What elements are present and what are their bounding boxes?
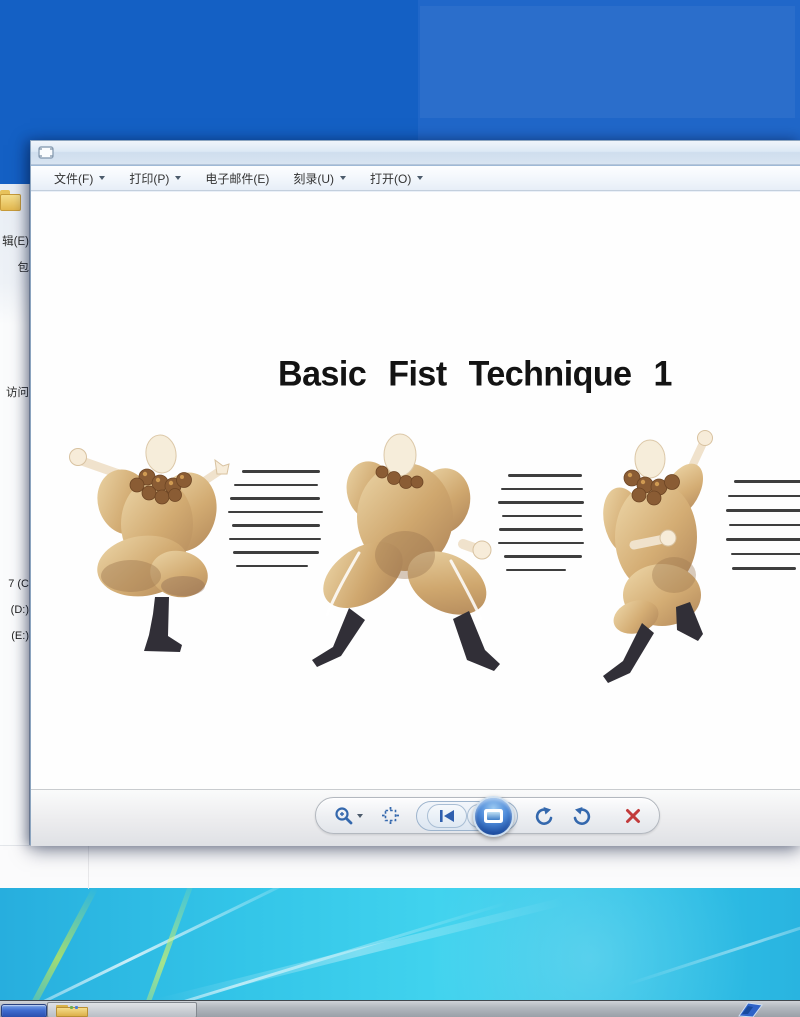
- dropdown-arrow-icon: [340, 176, 346, 180]
- folder-icon: [56, 1005, 88, 1017]
- explorer-drive-e[interactable]: (E:): [0, 630, 29, 642]
- menu-open[interactable]: 打开(O): [361, 167, 432, 190]
- monk-figure-3: [578, 425, 734, 691]
- title-bar[interactable]: [31, 141, 800, 165]
- photo-canvas: Basic Fist Technique 1: [31, 192, 800, 789]
- explorer-menu-edit[interactable]: 辑(E): [0, 233, 29, 249]
- caption-text-block-2: [498, 474, 584, 571]
- photo-viewer-window: 文件(F) 打印(P) 电子邮件(E) 刻录(U) 打开(O) Basic Fi…: [30, 140, 800, 845]
- previous-icon: [438, 809, 456, 823]
- taskbar-start-fragment[interactable]: [1, 1004, 47, 1017]
- previous-button[interactable]: [427, 804, 467, 828]
- navigation-group: [416, 801, 518, 831]
- magnifier-icon: [334, 806, 354, 826]
- actual-size-button[interactable]: [379, 804, 402, 827]
- caption-text-block-3: [726, 480, 800, 570]
- zoom-button[interactable]: [332, 804, 365, 828]
- slideshow-button[interactable]: [473, 796, 514, 837]
- monk-figure-1: [65, 424, 237, 656]
- menu-file[interactable]: 文件(F): [45, 167, 114, 190]
- image-title-text: Basic Fist Technique 1: [275, 354, 675, 395]
- rotate-ccw-icon: [534, 806, 554, 826]
- taskbar-app-icon[interactable]: [736, 1001, 764, 1017]
- actual-size-icon: [381, 806, 400, 825]
- rotate-cw-icon: [572, 806, 592, 826]
- delete-x-icon: [624, 807, 642, 825]
- dropdown-arrow-icon: [357, 814, 363, 818]
- monk-figure-2: [305, 425, 501, 672]
- rotate-counterclockwise-button[interactable]: [532, 804, 556, 828]
- slideshow-icon: [484, 809, 503, 823]
- taskbar-explorer-button[interactable]: [47, 1002, 197, 1017]
- explorer-drive-c[interactable]: 7 (C: [0, 578, 29, 590]
- wallpaper-glow: [380, 888, 800, 1000]
- rotate-clockwise-button[interactable]: [570, 804, 594, 828]
- explorer-window-bottom: [0, 845, 800, 888]
- folder-icon: [0, 190, 21, 212]
- dropdown-arrow-icon: [175, 176, 181, 180]
- toolbar-pill: [315, 797, 660, 834]
- explorer-nav-recent-places[interactable]: 访问: [0, 384, 29, 400]
- explorer-window-left-edge: [0, 184, 30, 888]
- explorer-drive-d[interactable]: (D:): [0, 604, 29, 616]
- menu-email[interactable]: 电子邮件(E): [196, 167, 278, 190]
- dropdown-arrow-icon: [99, 176, 105, 180]
- delete-button[interactable]: [622, 805, 644, 827]
- menu-burn[interactable]: 刻录(U): [284, 167, 355, 190]
- menu-print[interactable]: 打印(P): [120, 167, 190, 190]
- desktop: 辑(E) 包 访问 7 (C (D:) (E:) 文件(F) 打印(P) 电子邮…: [0, 0, 800, 1017]
- menu-bar: 文件(F) 打印(P) 电子邮件(E) 刻录(U) 打开(O): [31, 165, 800, 191]
- viewer-toolbar: [31, 789, 800, 846]
- photo-viewer-app-icon: [38, 146, 54, 159]
- wallpaper-panel: [420, 6, 795, 118]
- explorer-toolbar-label[interactable]: 包: [0, 259, 29, 275]
- wallpaper-aurora: [0, 888, 800, 1000]
- taskbar: [0, 1000, 800, 1017]
- dropdown-arrow-icon: [417, 176, 423, 180]
